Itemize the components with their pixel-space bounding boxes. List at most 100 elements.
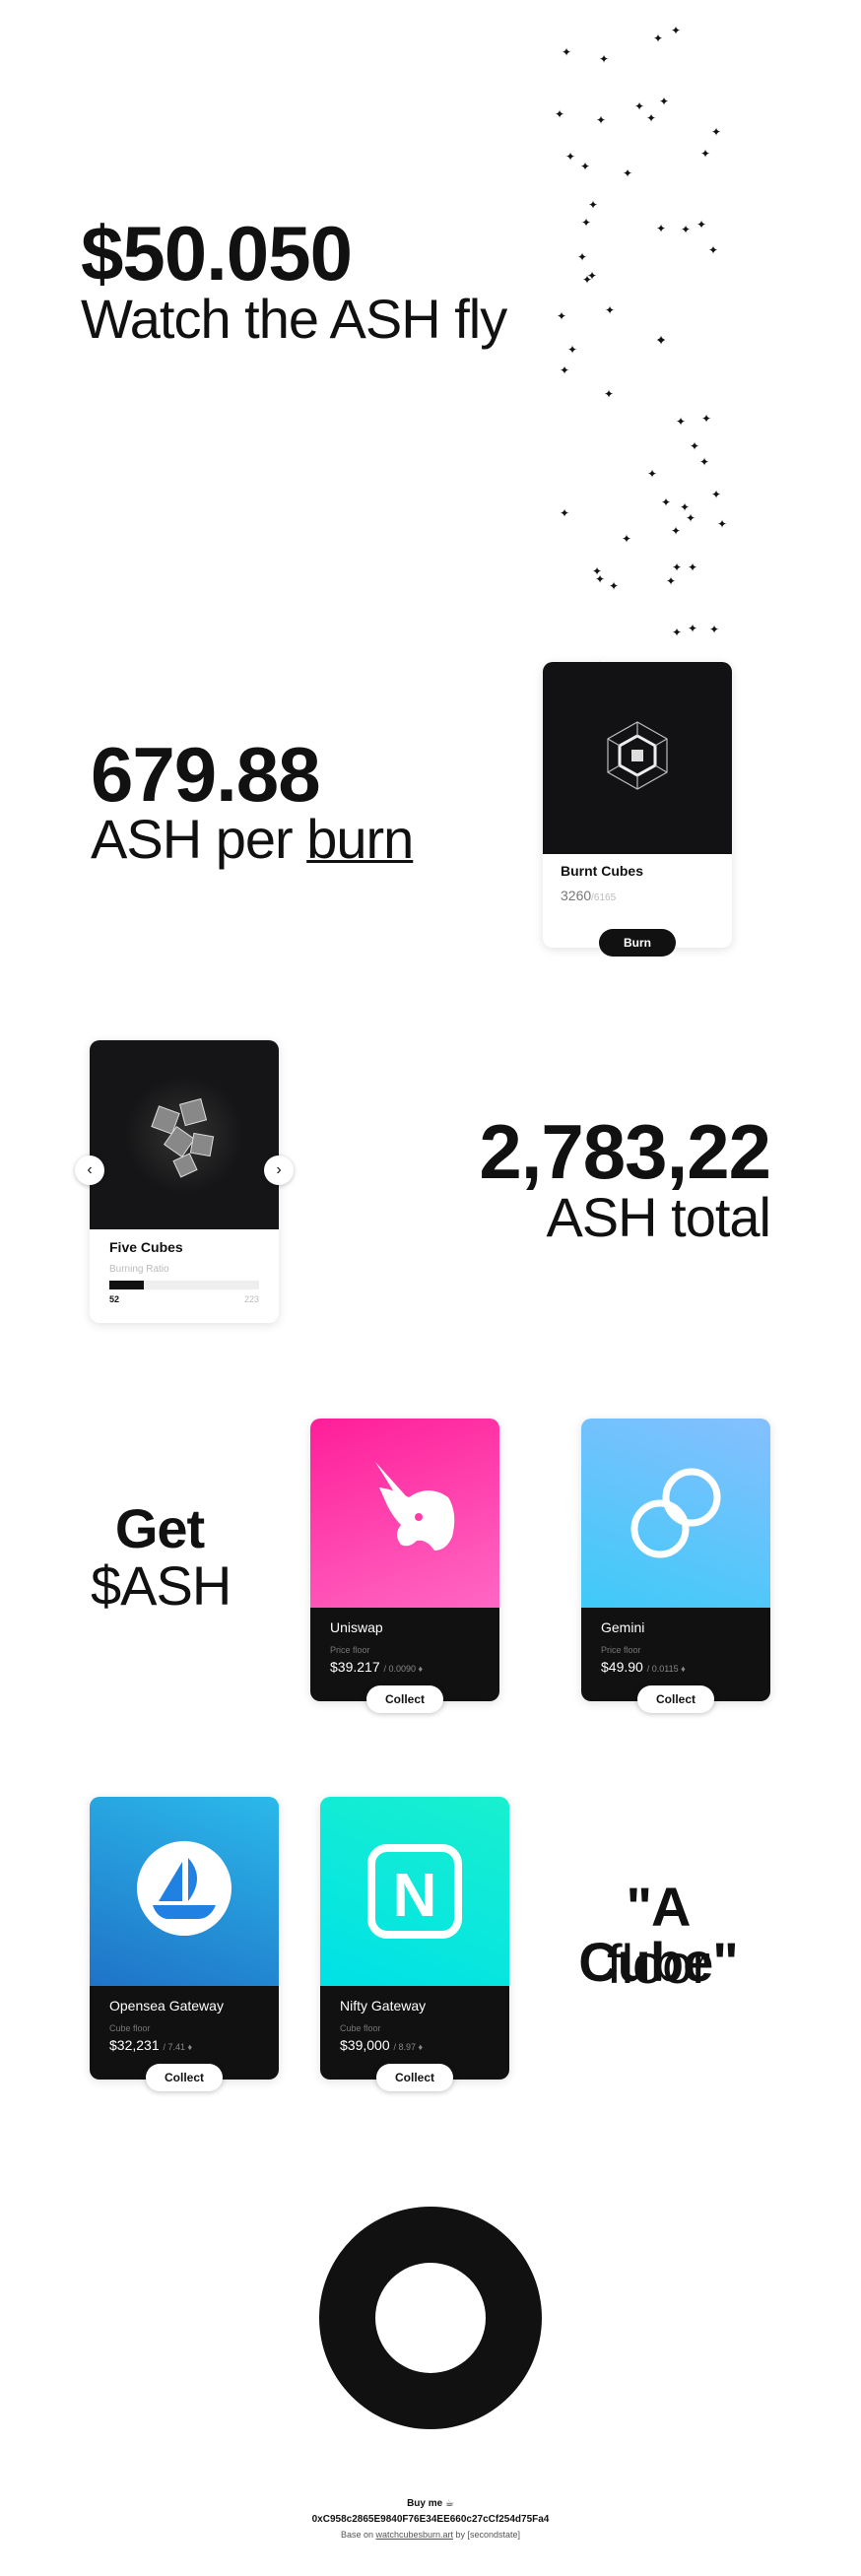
nifty-image: N (320, 1797, 509, 1986)
sparkle-icon: ✦ (700, 147, 711, 161)
nifty-price-eth: / 8.97 ♦ (393, 2042, 424, 2052)
sparkle-icon: ✦ (671, 524, 682, 538)
wire-cube-icon (607, 721, 668, 790)
opensea-floor-label: Cube floor (109, 2023, 151, 2033)
sparkle-icon: ✦ (582, 273, 593, 287)
credit-link[interactable]: watchcubesburn.art (375, 2530, 453, 2540)
sparkle-icon: ✦ (562, 45, 572, 59)
ring-logo-hole (375, 2263, 486, 2373)
sparkle-icon: ✦ (605, 303, 616, 317)
sparkle-icon: ✦ (609, 579, 620, 593)
sparkle-icon: ✦ (671, 24, 682, 37)
sparkle-icon: ✦ (656, 334, 667, 348)
nifty-collect-button[interactable]: Collect (376, 2064, 453, 2091)
opensea-name: Opensea Gateway (109, 1998, 224, 2014)
gemini-price-label: Price floor (601, 1645, 641, 1655)
uniswap-price-eth: / 0.0090 ♦ (383, 1664, 424, 1674)
burn-button[interactable]: Burn (599, 929, 676, 957)
burn-link[interactable]: burn (306, 808, 414, 870)
gemini-card: Gemini Price floor $49.90 / 0.0115 ♦ Col… (581, 1419, 770, 1713)
hero-price: $50.050 (81, 210, 353, 297)
gemini-price-eth: / 0.0115 ♦ (646, 1664, 686, 1674)
nifty-n-icon: N (367, 1844, 462, 1939)
sparkle-icon: ✦ (696, 218, 707, 231)
gemini-price: $49.90 / 0.0115 ♦ (601, 1659, 686, 1675)
burning-ratio-track (109, 1281, 259, 1289)
carousel-prev-button[interactable]: ‹ (75, 1156, 104, 1185)
sparkle-icon: ✦ (672, 626, 683, 639)
sparkle-icon: ✦ (709, 623, 720, 636)
get-ash-title: Get (114, 1497, 205, 1559)
sparkle-icon: ✦ (581, 216, 592, 230)
sparkle-icon: ✦ (701, 412, 712, 426)
sparkle-icon: ✦ (555, 107, 565, 121)
sparkle-icon: ✦ (681, 223, 692, 236)
burnt-cubes-image (543, 662, 732, 854)
opensea-price: $32,231 / 7.41 ♦ (109, 2037, 192, 2053)
buy-me-coffee: Buy me ☕ (407, 2498, 454, 2509)
burnt-cubes-card: Burnt Cubes 3260/6165 Burn (543, 662, 732, 957)
hero-tagline: Watch the ASH fly (81, 288, 507, 350)
cube-floor-subtitle: floor (607, 1933, 710, 1995)
burnt-cubes-title: Burnt Cubes (561, 863, 643, 879)
sparkle-icon: ✦ (577, 250, 588, 264)
opensea-boat-icon (137, 1841, 232, 1936)
uniswap-collect-button[interactable]: Collect (366, 1685, 443, 1713)
sparkle-icon: ✦ (560, 506, 570, 520)
burnt-cubes-count: 3260/6165 (561, 888, 616, 903)
uniswap-price-label: Price floor (330, 1645, 370, 1655)
sparkle-icon: ✦ (623, 166, 633, 180)
burning-ratio-fill (109, 1281, 145, 1289)
unicorn-icon (375, 1462, 455, 1551)
sparkle-icon: ✦ (688, 561, 698, 574)
sparkle-icon: ✦ (588, 198, 599, 212)
uniswap-card: Uniswap Price floor $39.217 / 0.0090 ♦ C… (310, 1419, 499, 1713)
nifty-floor-label: Cube floor (340, 2023, 381, 2033)
opensea-price-eth: / 7.41 ♦ (163, 2042, 193, 2052)
credit-suffix: by [secondstate] (453, 2530, 521, 2540)
footer: Buy me ☕ 0xC958c2865E9840F76E34EE660c27c… (0, 2498, 861, 2540)
total-label: ASH total (546, 1186, 771, 1248)
sparkle-icon: ✦ (599, 52, 610, 66)
burn-label-text: ASH per (91, 808, 307, 870)
nifty-card: N Nifty Gateway Cube floor $39,000 / 8.9… (320, 1797, 509, 2091)
opensea-image (90, 1797, 279, 1986)
burnt-count-total: /6165 (591, 892, 617, 903)
sparkle-icon: ✦ (604, 387, 615, 401)
burning-ratio-max: 223 (243, 1294, 259, 1304)
nifty-price: $39,000 / 8.97 ♦ (340, 2037, 423, 2053)
carousel-next-button[interactable]: › (264, 1156, 294, 1185)
sparkle-icon: ✦ (580, 160, 591, 173)
sparkle-icon: ✦ (699, 455, 710, 469)
sparkle-icon: ✦ (656, 222, 667, 235)
sparkle-icon: ✦ (560, 363, 570, 377)
sparkle-icon: ✦ (717, 517, 728, 531)
sparkle-icon: ✦ (653, 32, 664, 45)
burnt-count: 3260 (561, 888, 592, 903)
sparkle-icon: ✦ (666, 574, 677, 588)
sparkle-icon: ✦ (634, 99, 645, 113)
sparkle-icon: ✦ (557, 309, 567, 323)
footer-credit: Base on watchcubesburn.art by [secondsta… (0, 2530, 861, 2540)
gemini-collect-button[interactable]: Collect (637, 1685, 714, 1713)
opensea-price-value: $32,231 (109, 2037, 160, 2053)
donation-address[interactable]: 0xC958c2865E9840F76E34EE660c27cCf254d75F… (0, 2514, 861, 2525)
sparkle-icon: ✦ (567, 343, 578, 357)
ring-logo (319, 2207, 542, 2429)
sparkle-icon: ✦ (688, 622, 698, 635)
opensea-collect-button[interactable]: Collect (146, 2064, 223, 2091)
sparkle-icon: ✦ (646, 111, 657, 125)
uniswap-price: $39.217 / 0.0090 ♦ (330, 1659, 423, 1675)
gemini-image (581, 1419, 770, 1608)
sparkle-icon: ✦ (565, 150, 576, 164)
sparkle-icon: ✦ (595, 572, 606, 586)
sparkle-icon: ✦ (711, 125, 722, 139)
sparkle-icon: ✦ (661, 495, 672, 509)
five-cubes-image (90, 1040, 279, 1229)
sparkle-icon: ✦ (680, 500, 691, 514)
sparkle-icon: ✦ (711, 488, 722, 501)
nifty-name: Nifty Gateway (340, 1998, 427, 2014)
cubes-cluster-icon (125, 1076, 243, 1194)
uniswap-name: Uniswap (330, 1619, 383, 1635)
get-ash-subtitle: $ASH (91, 1554, 232, 1617)
